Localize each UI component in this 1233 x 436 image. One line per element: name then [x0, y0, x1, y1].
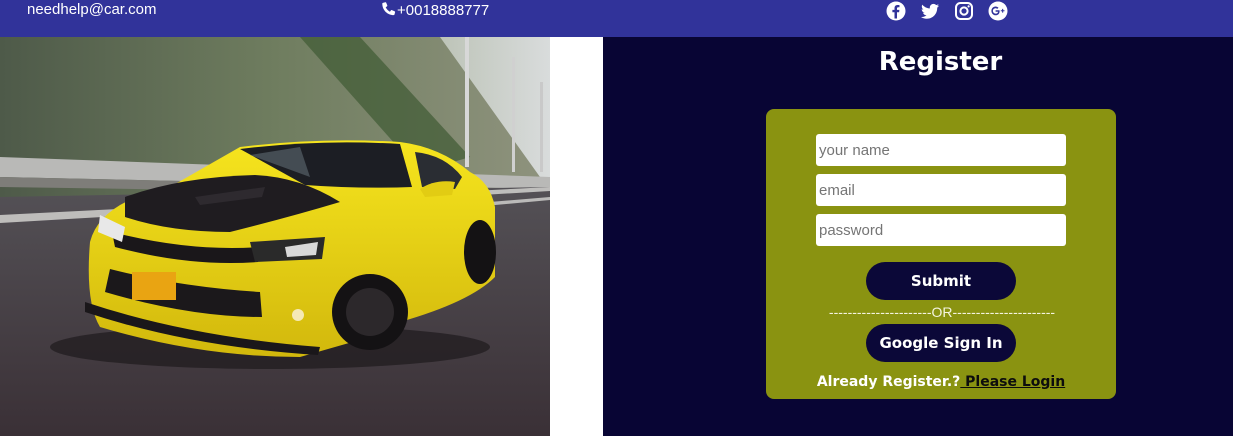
twitter-icon[interactable] [920, 1, 940, 21]
password-input[interactable] [816, 214, 1066, 246]
register-form: Submit ----------------------OR---------… [766, 109, 1116, 399]
already-registered-text: Already Register.? [816, 374, 961, 390]
phone-number: +0018888777 [397, 1, 490, 19]
or-divider: ----------------------OR----------------… [828, 304, 1056, 320]
contact-phone[interactable]: +0018888777 [380, 0, 489, 20]
social-links [886, 0, 1008, 22]
google-plus-icon[interactable] [988, 1, 1008, 21]
phone-icon [380, 0, 396, 20]
login-prompt: Already Register.? Please Login [766, 374, 1116, 390]
hero-car-image [0, 37, 550, 436]
instagram-icon[interactable] [954, 1, 974, 21]
register-panel: Register Submit ----------------------OR… [603, 37, 1233, 436]
facebook-icon[interactable] [886, 1, 906, 21]
page-title: Register [878, 47, 1003, 77]
top-bar: needhelp@car.com +0018888777 [0, 0, 1233, 37]
contact-email[interactable]: needhelp@car.com [27, 1, 156, 18]
submit-button[interactable]: Submit [866, 262, 1016, 300]
login-link[interactable]: Please Login [960, 374, 1065, 390]
name-input[interactable] [816, 134, 1066, 166]
email-input[interactable] [816, 174, 1066, 206]
google-sign-in-button[interactable]: Google Sign In [866, 324, 1016, 362]
